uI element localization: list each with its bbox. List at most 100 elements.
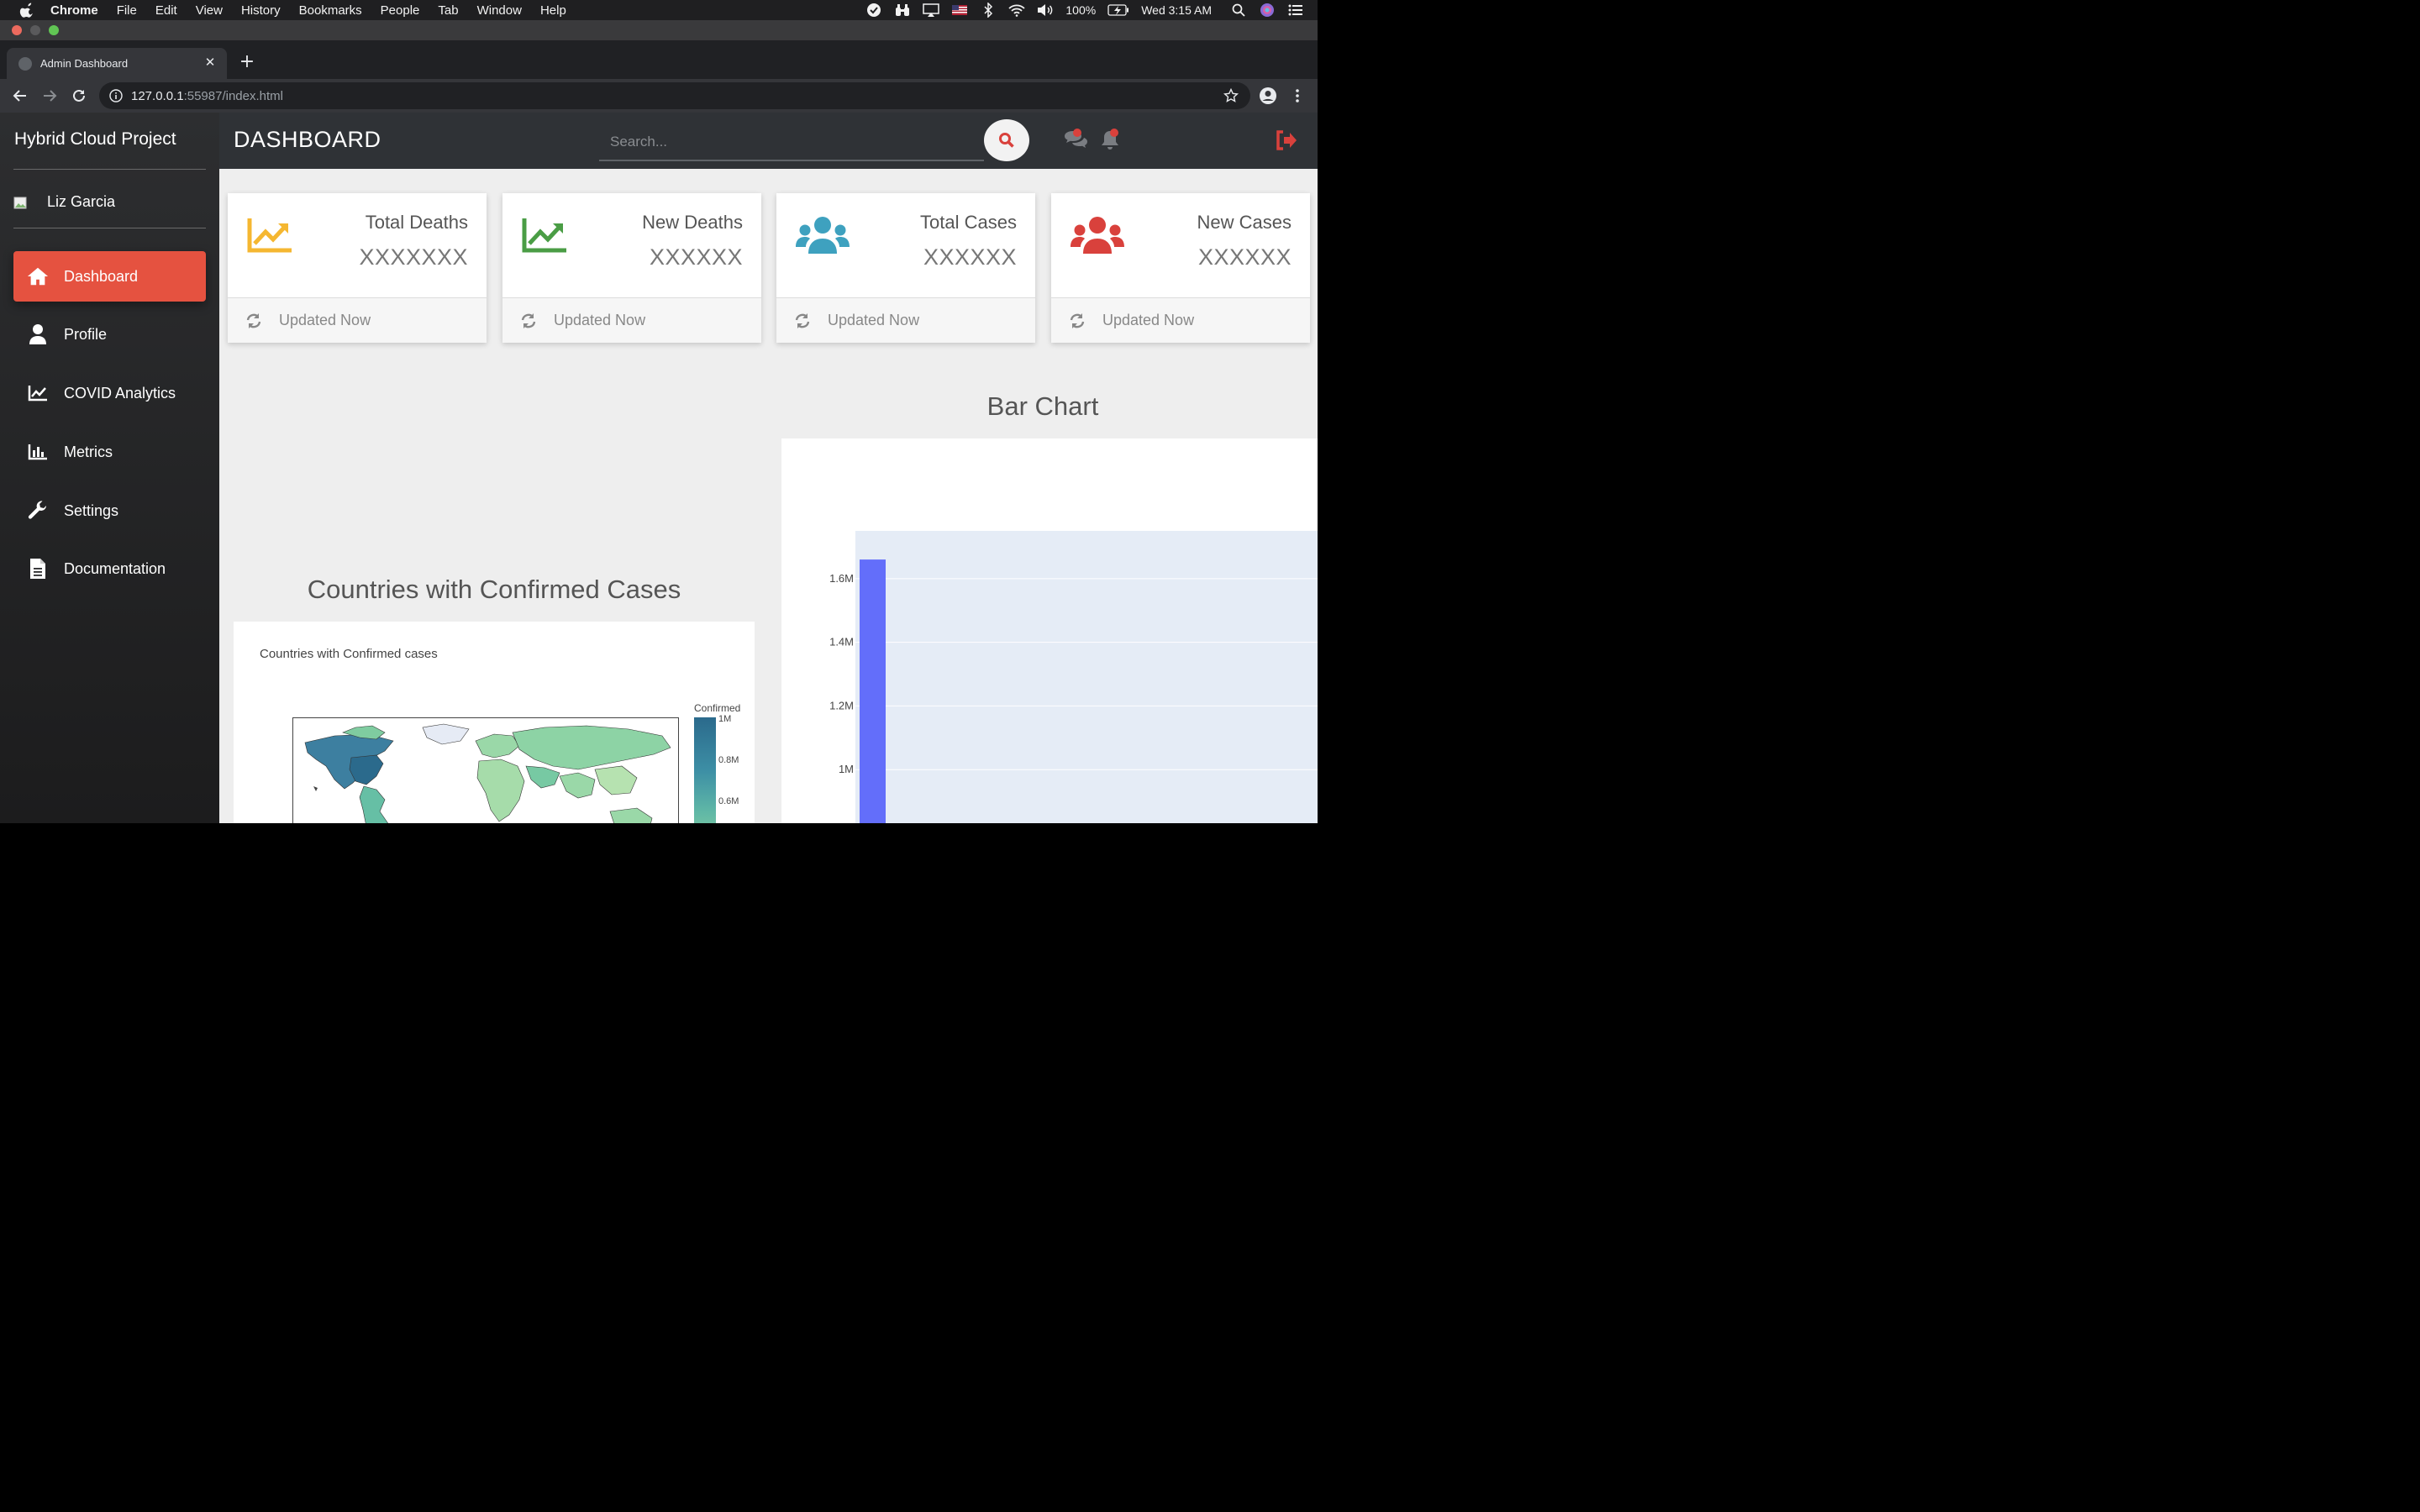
tab-title: Admin Dashboard [40, 57, 129, 70]
bar-chart-panel[interactable]: 1M 1.2M 1.4M 1.6M [781, 438, 1318, 823]
refresh-icon[interactable] [520, 312, 537, 329]
admin-dashboard-app: Hybrid Cloud Project Liz Garcia Dashboar… [0, 113, 1318, 823]
sidebar-item-dashboard[interactable]: Dashboard [13, 251, 206, 302]
menu-edit[interactable]: Edit [155, 3, 177, 18]
new-tab-button[interactable]: + [237, 52, 257, 72]
stat-card-title: New Cases [1197, 212, 1292, 233]
macos-menu-bar: Chrome File Edit View History Bookmarks … [0, 0, 1318, 20]
bar-chart-svg[interactable]: 1M 1.2M 1.4M 1.6M [781, 438, 1318, 823]
sidebar-item-label: Settings [64, 501, 119, 519]
stat-card-total-cases[interactable]: Total Cases XXXXXX Updated Now [776, 193, 1035, 343]
forward-button[interactable] [39, 86, 60, 106]
url-host: 127.0.0.1 [131, 88, 184, 103]
tab-strip: Admin Dashboard ✕ [0, 40, 1318, 79]
brand-title[interactable]: Hybrid Cloud Project [14, 129, 176, 150]
stat-card-total-deaths[interactable]: Total Deaths XXXXXXX Updated Now [228, 193, 487, 343]
stat-card-footer-text: Updated Now [1102, 312, 1195, 328]
colorbar-tick: 0.6M [718, 796, 739, 806]
back-button[interactable] [10, 86, 30, 106]
minimize-window-button[interactable] [30, 25, 40, 35]
menu-bookmarks[interactable]: Bookmarks [299, 3, 362, 18]
notification-center-icon[interactable] [1287, 3, 1304, 18]
sidebar-item-documentation[interactable]: Documentation [13, 543, 206, 594]
y-tick-label: 1M [839, 763, 854, 775]
colorbar-title: Confirmed [694, 702, 741, 714]
bar[interactable] [860, 559, 886, 823]
wifi-icon[interactable] [1008, 3, 1026, 18]
stat-card-value: XXXXXXX [359, 244, 468, 270]
search-input[interactable] [599, 124, 984, 161]
siri-icon[interactable] [1259, 3, 1276, 18]
binoculars-icon[interactable] [894, 3, 911, 18]
menu-view[interactable]: View [196, 3, 223, 18]
menu-help[interactable]: Help [540, 3, 566, 18]
clock[interactable]: Wed 3:15 AM [1141, 3, 1212, 17]
battery-icon[interactable] [1107, 3, 1129, 18]
stat-card-footer-text: Updated Now [279, 312, 371, 328]
stat-card-title: New Deaths [642, 212, 743, 233]
bar-chart-heading: Bar Chart [986, 391, 1099, 421]
tab-admin-dashboard[interactable]: Admin Dashboard ✕ [7, 48, 227, 79]
refresh-icon[interactable] [1069, 312, 1086, 329]
volume-icon[interactable] [1037, 3, 1054, 18]
menu-file[interactable]: File [117, 3, 137, 18]
colorbar [694, 717, 716, 823]
search-button[interactable] [984, 119, 1029, 161]
map-plot-title: Countries with Confirmed cases [260, 647, 438, 661]
chrome-menu-button[interactable] [1287, 86, 1307, 106]
sidebar-item-label: Dashboard [64, 267, 139, 285]
address-bar[interactable]: 127.0.0.1:55987/index.html [99, 82, 1250, 109]
y-tick-label: 1.6M [829, 572, 854, 585]
window-title-bar [0, 20, 1318, 40]
check-icon[interactable] [865, 3, 882, 18]
close-tab-icon[interactable]: ✕ [203, 55, 218, 71]
sidebar-item-label: Documentation [64, 559, 166, 577]
chat-icon[interactable] [1062, 128, 1087, 153]
menu-people[interactable]: People [381, 3, 420, 18]
airplay-icon[interactable] [923, 3, 940, 18]
stat-card-footer-text: Updated Now [828, 312, 920, 328]
document-icon [27, 558, 49, 580]
sidebar-item-settings[interactable]: Settings [13, 486, 206, 536]
apple-icon[interactable] [18, 3, 37, 18]
stat-card-title: Total Deaths [365, 212, 468, 233]
user-icon [27, 323, 49, 345]
page-title: DASHBOARD [234, 127, 381, 152]
info-icon[interactable] [109, 89, 123, 102]
stat-card-new-deaths[interactable]: New Deaths XXXXXX Updated Now [502, 193, 761, 343]
sidebar-item-metrics[interactable]: Metrics [13, 427, 206, 477]
y-tick-label: 1.4M [829, 636, 854, 648]
bell-icon[interactable] [1097, 128, 1123, 153]
close-window-button[interactable] [12, 25, 22, 35]
logout-icon[interactable] [1274, 128, 1299, 153]
arrow-right-icon [44, 90, 57, 102]
account-circle-icon [1260, 87, 1276, 104]
us-flag-icon[interactable] [951, 3, 968, 18]
bookmark-star-icon[interactable] [1223, 88, 1239, 103]
choropleth-map-panel[interactable]: Countries with Confirmed cases Confirmed… [234, 622, 755, 823]
menu-window[interactable]: Window [477, 3, 522, 18]
kebab-menu-icon [1296, 89, 1299, 102]
profile-button[interactable] [1258, 86, 1278, 106]
menu-history[interactable]: History [241, 3, 281, 18]
refresh-icon[interactable] [245, 312, 262, 329]
zoom-window-button[interactable] [49, 25, 59, 35]
world-choropleth-map[interactable] [292, 717, 679, 823]
spotlight-search-icon[interactable] [1230, 3, 1247, 18]
bluetooth-icon[interactable] [980, 3, 997, 18]
sidebar-user[interactable]: Liz Garcia [13, 193, 115, 211]
menu-tab[interactable]: Tab [438, 3, 458, 18]
stat-card-value: XXXXXX [649, 244, 743, 270]
home-icon [27, 265, 49, 287]
url-path: :55987/index.html [183, 88, 283, 103]
plot-area [855, 531, 1318, 823]
menu-app-name[interactable]: Chrome [50, 3, 98, 18]
sidebar-item-label: COVID Analytics [64, 384, 176, 402]
stat-card-value: XXXXXX [923, 244, 1017, 270]
refresh-icon[interactable] [794, 312, 811, 329]
wrench-icon [27, 500, 49, 522]
stat-card-new-cases[interactable]: New Cases XXXXXX Updated Now [1051, 193, 1310, 343]
reload-button[interactable] [69, 86, 89, 106]
sidebar-item-covid-analytics[interactable]: COVID Analytics [13, 368, 206, 418]
sidebar-item-profile[interactable]: Profile [13, 309, 206, 360]
